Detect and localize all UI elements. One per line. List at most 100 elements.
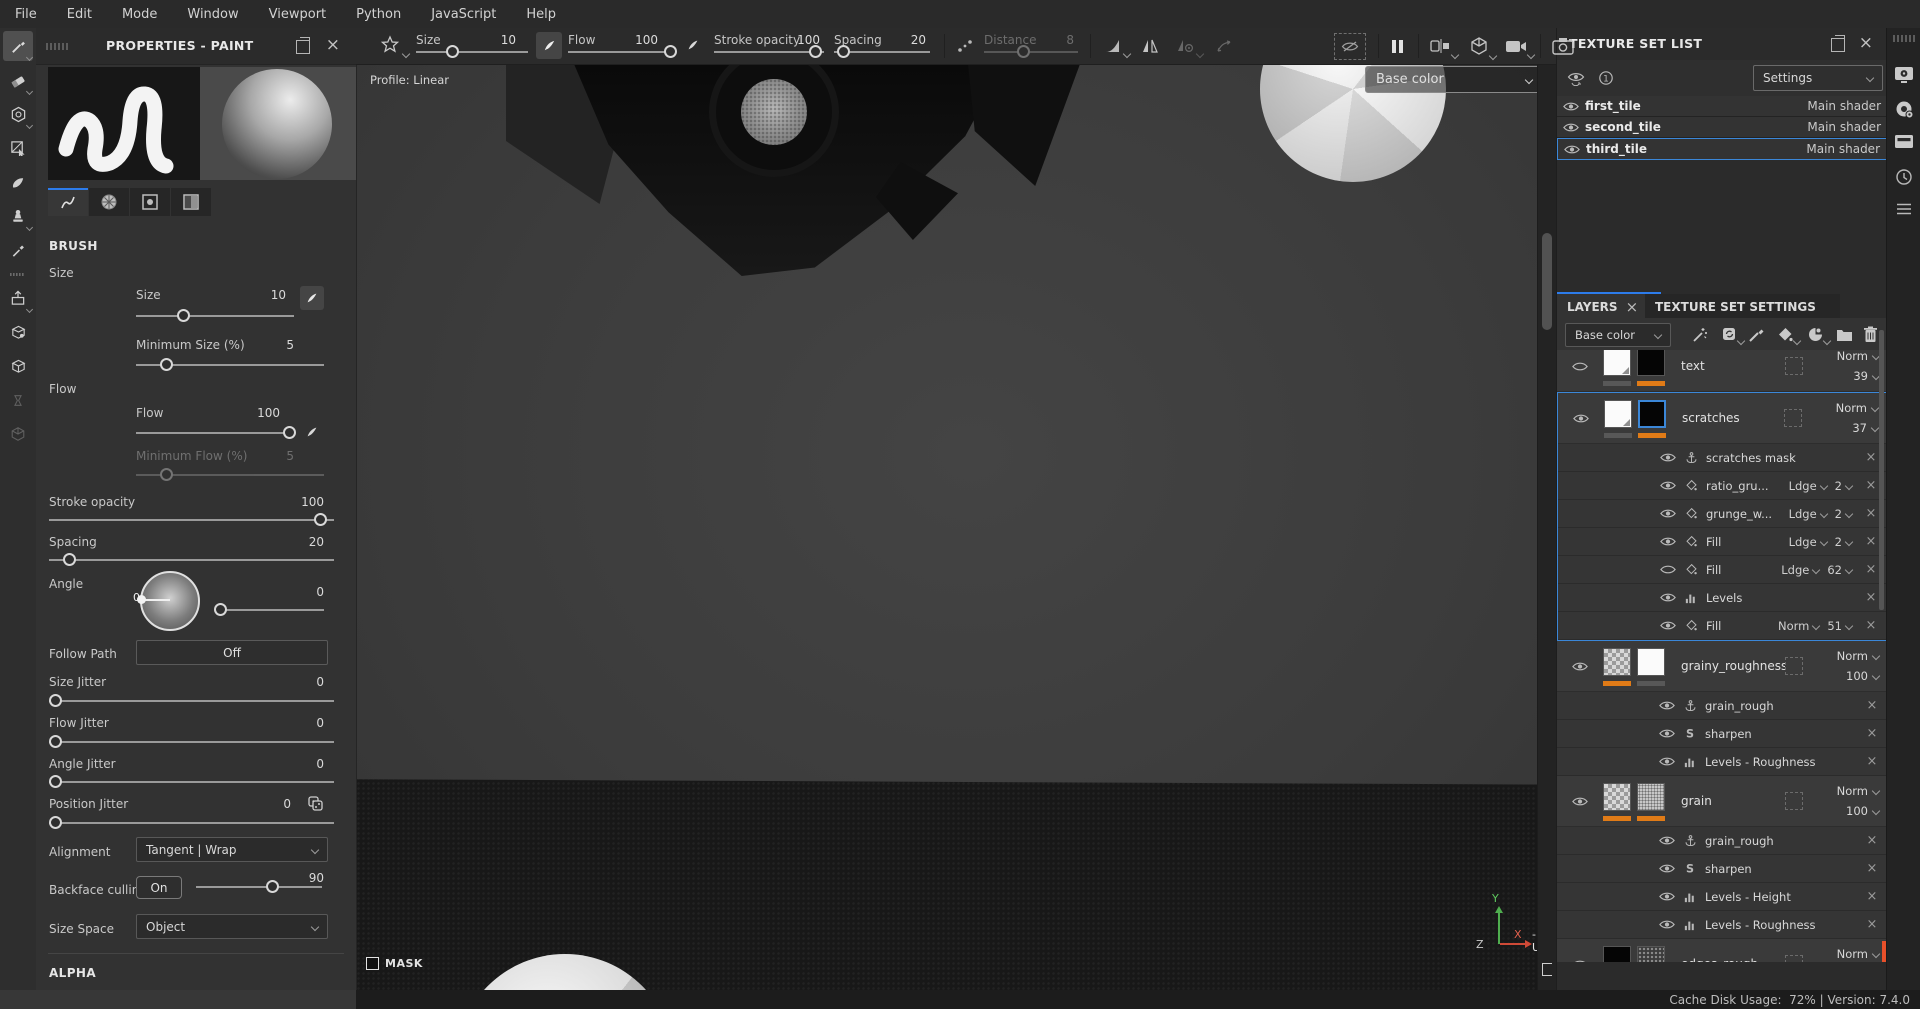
projection-tool[interactable] xyxy=(3,99,34,130)
polygon-fill-tool[interactable] xyxy=(3,133,33,163)
opacity-select[interactable]: 100 xyxy=(1846,804,1881,818)
menu-window[interactable]: Window xyxy=(172,7,253,22)
smudge-tool[interactable] xyxy=(3,167,33,197)
layer-thumbnail-grain[interactable] xyxy=(1637,783,1665,811)
layer-thumbnail-white-fill[interactable] xyxy=(1604,400,1632,428)
layer-thumbnail-black[interactable] xyxy=(1638,400,1666,428)
layer-thumbnail-black[interactable] xyxy=(1637,350,1665,376)
visibility-eye-icon[interactable] xyxy=(1659,756,1675,767)
stroke-opacity-slider[interactable] xyxy=(49,513,334,527)
angle-value[interactable]: 0 xyxy=(274,585,324,599)
layer-thumbnail-grunge[interactable] xyxy=(1637,946,1665,962)
effect-opacity-select[interactable]: 2 xyxy=(1835,479,1854,493)
backface-culling-slider[interactable] xyxy=(196,880,322,894)
effect-opacity-select[interactable]: 2 xyxy=(1835,535,1854,549)
flow-slider[interactable] xyxy=(136,426,297,440)
size-value[interactable]: 10 xyxy=(236,288,286,302)
effect-opacity-select[interactable]: 51 xyxy=(1827,619,1854,633)
delete-layer-icon[interactable] xyxy=(1859,324,1881,344)
eraser-tool[interactable] xyxy=(3,65,34,96)
apply-material-tool[interactable] xyxy=(3,317,33,347)
view-3d-icon[interactable] xyxy=(1464,34,1498,61)
effect-row[interactable]: Levels × xyxy=(1558,584,1886,612)
shader-settings-icon[interactable] xyxy=(1894,100,1914,119)
lazy-mouse-icon[interactable] xyxy=(954,36,976,56)
cube-tool[interactable] xyxy=(3,419,33,449)
3d-viewport[interactable]: Profile: Linear Base color MASK Y X Z -U xyxy=(356,64,1537,990)
layers-scrollbar[interactable] xyxy=(1879,330,1884,610)
symmetry-icon[interactable] xyxy=(1138,35,1162,57)
brush-stroke-preview[interactable] xyxy=(48,67,200,180)
menu-viewport[interactable]: Viewport xyxy=(254,7,342,22)
effect-row[interactable]: Levels - Roughness × xyxy=(1557,748,1887,776)
display-settings-icon[interactable] xyxy=(1894,66,1914,84)
material-box-tool[interactable] xyxy=(3,351,33,381)
min-size-value[interactable]: 5 xyxy=(244,338,294,352)
visibility-eye-icon[interactable] xyxy=(1659,728,1675,739)
tb-flow-slider[interactable] xyxy=(568,45,677,59)
add-folder-icon[interactable] xyxy=(1833,324,1855,344)
close-panel-icon[interactable]: × xyxy=(326,37,340,54)
angle-dial[interactable]: 0 xyxy=(133,571,200,631)
size-pressure-pen-icon[interactable] xyxy=(300,286,324,310)
layer-thumbnail-white-fill[interactable] xyxy=(1603,350,1631,376)
effect-row[interactable]: Ssharpen × xyxy=(1557,720,1887,748)
hide-ui-icon[interactable] xyxy=(1334,33,1366,60)
visibility-eye-icon[interactable] xyxy=(1660,620,1676,631)
visibility-eye-icon[interactable] xyxy=(1659,891,1675,902)
hidden-eye-icon[interactable] xyxy=(1572,361,1588,372)
layer-thumbnail-checker[interactable] xyxy=(1603,648,1631,676)
menu-file[interactable]: File xyxy=(0,7,52,22)
falloff-curve-icon[interactable] xyxy=(1100,35,1132,59)
float-panel-icon[interactable] xyxy=(296,37,310,54)
remove-effect-icon[interactable]: × xyxy=(1861,754,1883,769)
layer-thumbnail-checker[interactable] xyxy=(1603,783,1631,811)
texture-set-row[interactable]: third_tile Main shader xyxy=(1557,138,1887,160)
effect-blend-select[interactable]: Ldge xyxy=(1789,479,1828,493)
layer-row[interactable]: scratches Norm 37 xyxy=(1558,393,1886,444)
hidden-eye-icon[interactable] xyxy=(1660,564,1676,575)
visibility-eye-icon[interactable] xyxy=(1659,700,1675,711)
tab-alpha[interactable] xyxy=(89,188,129,216)
effect-row[interactable]: ratio_gru... Ldge 2 × xyxy=(1558,472,1886,500)
log-list-icon[interactable] xyxy=(1894,202,1914,216)
layer-row[interactable]: text Norm 39 xyxy=(1557,350,1887,392)
camera-icon[interactable] xyxy=(1500,35,1536,60)
flow-value[interactable]: 100 xyxy=(230,406,280,420)
angle-jitter-slider[interactable] xyxy=(48,775,334,789)
close-panel-icon[interactable]: × xyxy=(1859,35,1873,52)
split-view-icon[interactable] xyxy=(1426,35,1460,60)
effect-blend-select[interactable]: Ldge xyxy=(1789,535,1828,549)
effect-row[interactable]: grain_rough × xyxy=(1557,692,1887,720)
visibility-eye-icon[interactable] xyxy=(1564,144,1580,155)
tab-stencil[interactable] xyxy=(130,188,170,216)
angle-jitter-value[interactable]: 0 xyxy=(274,757,324,771)
clone-tool[interactable] xyxy=(3,201,34,232)
effect-row[interactable]: Fill Ldge 2 × xyxy=(1558,528,1886,556)
opacity-select[interactable]: 39 xyxy=(1853,369,1881,383)
visibility-eye-icon[interactable] xyxy=(1572,959,1588,962)
effect-row[interactable]: Levels - Height × xyxy=(1557,883,1887,911)
backface-culling-toggle[interactable]: On xyxy=(136,876,182,899)
effect-blend-select[interactable]: Ldge xyxy=(1781,563,1821,577)
blend-mode-select[interactable]: Norm xyxy=(1837,350,1881,363)
stencil-star-icon[interactable] xyxy=(376,33,411,59)
visibility-eye-icon[interactable] xyxy=(1659,919,1675,930)
remove-effect-icon[interactable]: × xyxy=(1861,833,1883,848)
effect-opacity-select[interactable]: 62 xyxy=(1827,563,1854,577)
size-jitter-value[interactable]: 0 xyxy=(274,675,324,689)
flow-jitter-value[interactable]: 0 xyxy=(274,716,324,730)
history-icon[interactable] xyxy=(1894,168,1914,186)
brush-tip-preview[interactable] xyxy=(200,67,356,180)
visibility-eye-icon[interactable] xyxy=(1573,413,1589,424)
smart-mask-icon[interactable] xyxy=(1803,324,1832,346)
remove-effect-icon[interactable]: × xyxy=(1861,726,1883,741)
dock-grip-icon[interactable] xyxy=(1893,35,1915,42)
export-tool[interactable] xyxy=(3,283,34,314)
layer-row[interactable]: grain Norm 100 xyxy=(1557,776,1887,827)
tab-brush[interactable] xyxy=(48,188,88,216)
visibility-eye-icon[interactable] xyxy=(1572,661,1588,672)
alignment-dropdown[interactable]: Tangent | Wrap xyxy=(136,837,328,862)
visibility-eye-icon[interactable] xyxy=(1563,122,1579,133)
paint-tool[interactable] xyxy=(3,31,34,62)
